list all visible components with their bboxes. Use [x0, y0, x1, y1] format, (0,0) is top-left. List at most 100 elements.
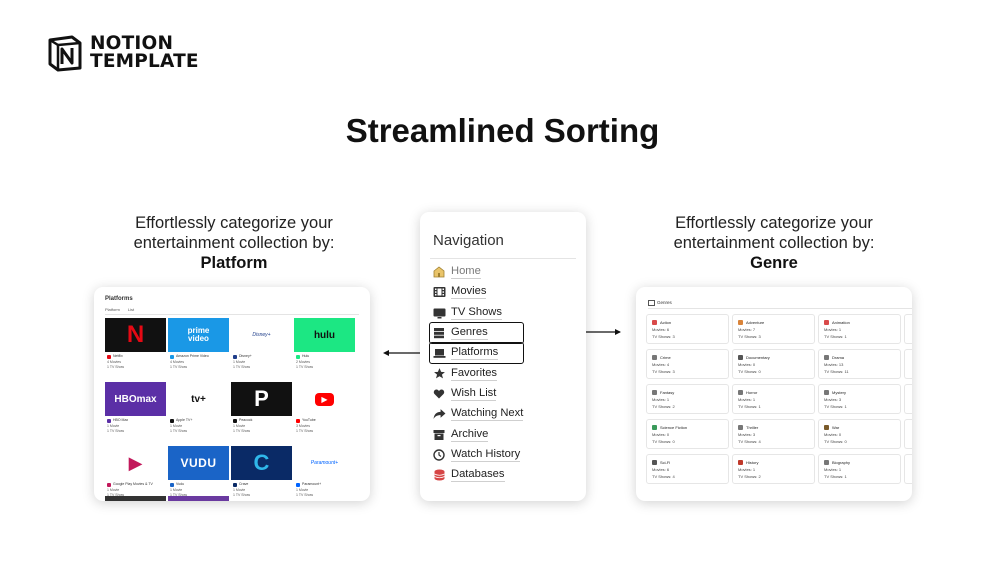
genre-name: Biography	[832, 460, 851, 465]
genres-gallery: Action Movies: 6 TV Shows: 3 Adventure Movie…	[646, 314, 912, 484]
genre-card[interactable]: Science Fiction Movies: 0 TV Shows: 0	[646, 419, 729, 449]
caption-genre: Effortlessly categorize your entertainme…	[624, 213, 924, 273]
platform-name: Disney+	[239, 354, 252, 358]
platform-tile[interactable]: hulu Hulu 2 Movies 1 TV Show	[294, 318, 355, 376]
genre-shows: TV Shows: 3	[652, 334, 675, 339]
platform-logo-text: P	[254, 386, 269, 411]
genre-shows: TV Shows: 11	[824, 369, 849, 374]
genre-movies: Movies: 1	[824, 327, 842, 332]
genre-movies: Movies: 6	[652, 467, 670, 472]
genre-icon	[652, 355, 657, 360]
genre-card-partial	[904, 384, 912, 414]
platform-tile[interactable]: HBOmax HBO Max 1 Movie 1 TV Show	[105, 382, 166, 440]
platform-logo-text: Disney+	[252, 332, 271, 338]
genre-card[interactable]: Sci-Fi Movies: 6 TV Shows: 4	[646, 454, 729, 484]
platform-logo: Paramount+	[294, 446, 355, 480]
genres-preview-card: Genres Action Movies: 6 TV Shows: 3 Adventu…	[636, 287, 912, 501]
nav-item-movies[interactable]: Movies	[432, 282, 523, 302]
platform-tile[interactable]: P Peacock 1 Movie 1 TV Show	[231, 382, 292, 440]
film-icon	[432, 285, 446, 299]
genre-name: Drama	[832, 355, 845, 360]
genre-card[interactable]: Crime Movies: 4 TV Shows: 3	[646, 349, 729, 379]
tab-list[interactable]: List	[128, 307, 134, 312]
genre-card[interactable]: History Movies: 1 TV Shows: 2	[732, 454, 815, 484]
platform-tile[interactable]: Disney+ Disney+ 1 Movie 1 TV Show	[231, 318, 292, 376]
platform-name: Crave	[239, 482, 249, 486]
genre-movies: Movies: 3	[738, 432, 756, 437]
nav-item-home[interactable]: Home	[432, 262, 523, 282]
platform-logo: ▶	[294, 382, 355, 416]
platform-tile[interactable]: tv+ Apple TV+ 1 Movie 1 TV Show	[168, 382, 229, 440]
platform-tile[interactable]: ▶ Google Play Movies & TV 1 Movie 1 TV Show	[105, 446, 166, 501]
nav-item-tv-shows[interactable]: TV Shows	[432, 303, 523, 323]
genre-card[interactable]: Action Movies: 6 TV Shows: 3	[646, 314, 729, 344]
nav-item-databases[interactable]: Databases	[432, 465, 523, 485]
tv-icon	[432, 306, 446, 320]
genre-shows: TV Shows: 1	[824, 334, 847, 339]
platform-logo-text: C	[253, 450, 270, 475]
genre-card[interactable]: Documentary Movies: 0 TV Shows: 0	[732, 349, 815, 379]
genre-card[interactable]: Animation Movies: 1 TV Shows: 1	[818, 314, 901, 344]
nav-item-platforms[interactable]: Platforms	[428, 342, 525, 365]
platform-tile[interactable]: ▶ YouTube 3 Movies 1 TV Show	[294, 382, 355, 440]
genre-shows: TV Shows: 2	[738, 474, 761, 479]
genre-name: Fantasy	[660, 390, 675, 395]
platform-logo-text: HBOmax	[114, 393, 157, 405]
genre-movies: Movies: 1	[824, 467, 842, 472]
platform-logo: Disney+	[231, 318, 292, 352]
nav-item-favorites[interactable]: Favorites	[432, 363, 523, 383]
platform-tile[interactable]: C Crave 1 Movie 1 TV Show	[231, 446, 292, 501]
platform-tile[interactable]: Paramount+ Paramount+ 1 Movie 1 TV Show	[294, 446, 355, 501]
star-icon	[432, 367, 446, 381]
platform-icon	[170, 418, 174, 423]
genre-name: History	[746, 460, 759, 465]
genre-card[interactable]: Thriller Movies: 3 TV Shows: 4	[732, 419, 815, 449]
nav-item-watching-next[interactable]: Watching Next	[432, 404, 524, 424]
platform-icon	[170, 482, 174, 487]
platform-tile[interactable]: N Netflix 4 Movies 1 TV Show	[105, 318, 166, 376]
platform-logo-text: Paramount+	[310, 460, 339, 466]
platform-name: Hulu	[302, 354, 310, 358]
genre-name: Action	[660, 320, 672, 325]
genre-name: Crime	[660, 355, 671, 360]
platform-tile[interactable]: prime video Amazon Prime Video 4 Movies 1 T…	[168, 318, 229, 376]
genre-movies: Movies: 0	[824, 432, 842, 437]
genre-shows: TV Shows: 1	[824, 404, 847, 409]
genre-card[interactable]: Drama Movies: 13 TV Shows: 11	[818, 349, 901, 379]
genre-card[interactable]: Adventure Movies: 7 TV Shows: 3	[732, 314, 815, 344]
genre-card[interactable]: Horror Movies: 1 TV Shows: 1	[732, 384, 815, 414]
nav-item-wish-list[interactable]: Wish List	[432, 384, 523, 404]
logo-line-2: TEMPLATE	[90, 51, 199, 72]
platform-shows: 1 TV Show	[107, 365, 125, 369]
genre-card[interactable]: Mystery Movies: 3 TV Shows: 1	[818, 384, 901, 414]
arrow-icon	[432, 407, 446, 421]
nav-item-genres[interactable]: Genres	[428, 321, 525, 345]
platform-icon	[233, 354, 237, 359]
nav-item-archive[interactable]: Archive	[432, 424, 523, 444]
nav-item-label: Watching Next	[451, 407, 524, 422]
platform-logo-text: prime video	[187, 326, 210, 343]
platform-tile[interactable]: VUDU Vudu 1 Movie 1 TV Show	[168, 446, 229, 501]
platform-icon	[170, 354, 174, 359]
platform-shows: 1 TV Show	[296, 429, 314, 433]
platforms-preview-card: Platforms Platform List N Netflix 4 Movies…	[94, 287, 370, 501]
genre-movies: Movies: 0	[652, 432, 670, 437]
genre-name: Sci-Fi	[660, 460, 671, 465]
genre-card[interactable]: Biography Movies: 1 TV Shows: 1	[818, 454, 901, 484]
genre-movies: Movies: 13	[824, 362, 844, 367]
caption-genre-text: Effortlessly categorize your entertainme…	[673, 214, 875, 252]
tab-platform[interactable]: Platform	[105, 307, 120, 312]
nav-item-label: TV Shows	[451, 305, 502, 320]
nav-item-watch-history[interactable]: Watch History	[432, 445, 523, 465]
platform-icon	[233, 418, 237, 423]
platform-logo: N	[105, 318, 166, 352]
caption-platform-text: Effortlessly categorize your entertainme…	[133, 214, 335, 252]
genre-card[interactable]: Fantasy Movies: 1 TV Shows: 2	[646, 384, 729, 414]
platform-logo: tv+	[168, 382, 229, 416]
genres-tab[interactable]: Genres	[648, 300, 672, 306]
genre-card[interactable]: War Movies: 0 TV Shows: 0	[818, 419, 901, 449]
platform-name: HBO Max	[113, 418, 129, 422]
caption-genre-emphasis: Genre	[750, 254, 798, 272]
nav-item-label: Platforms	[451, 346, 499, 361]
genre-icon	[652, 460, 657, 465]
